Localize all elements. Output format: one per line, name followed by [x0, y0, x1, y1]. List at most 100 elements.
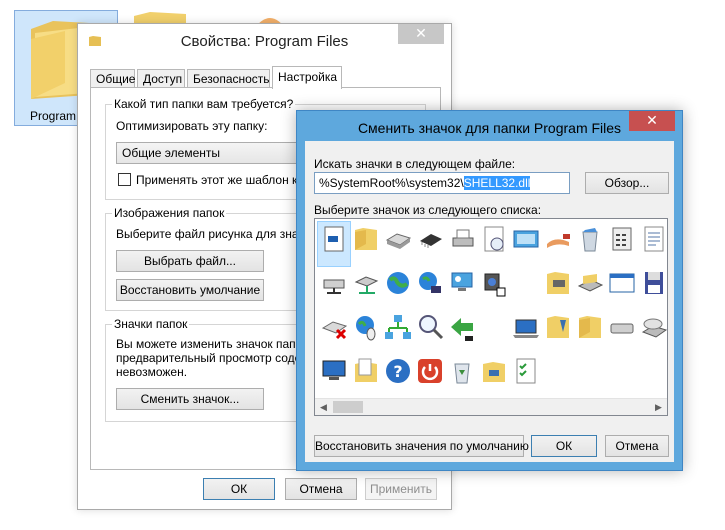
- icon-list-item[interactable]: [317, 221, 351, 267]
- scroll-right-icon[interactable]: ▶: [650, 399, 667, 415]
- desktop-folder-label: Program: [30, 109, 77, 123]
- icon-list-item[interactable]: [606, 266, 638, 310]
- path-selected-text: SHELL32.dll: [463, 176, 531, 190]
- folder-network-icon: [483, 362, 505, 382]
- icon-list-item[interactable]: [414, 222, 446, 266]
- blank-icon: [511, 268, 541, 298]
- icon-list-item[interactable]: [478, 354, 510, 398]
- apply-button[interactable]: Применить: [365, 478, 437, 500]
- icon-list-item[interactable]: [542, 222, 574, 266]
- printer-icon: [452, 229, 474, 247]
- close-button[interactable]: ✕: [398, 24, 444, 44]
- icon-list-item[interactable]: [350, 266, 382, 310]
- icon-list-item[interactable]: [382, 222, 414, 266]
- icon-list-item[interactable]: [414, 310, 446, 354]
- icon-list-item[interactable]: [318, 354, 350, 398]
- window-icon: [513, 230, 539, 248]
- icon-list-item[interactable]: [350, 310, 382, 354]
- cd-drive-icon: [641, 318, 667, 338]
- icon-list-item[interactable]: [510, 354, 542, 398]
- recycle-bin-full-icon: [582, 228, 598, 252]
- chip-icon: [420, 234, 442, 248]
- folder-icon-description-line2: предварительный просмотр содерж: [116, 351, 316, 365]
- group-legend: Значки папок: [112, 317, 190, 331]
- icon-list-item[interactable]: [478, 266, 510, 310]
- icon-list-item[interactable]: [638, 310, 667, 354]
- icon-list-item[interactable]: [446, 266, 478, 310]
- icon-list-item[interactable]: [542, 266, 574, 310]
- icon-list-item[interactable]: [574, 266, 606, 310]
- apply-template-checkbox[interactable]: [118, 173, 131, 186]
- icon-list-item[interactable]: ?: [382, 354, 414, 398]
- network-server-icon: [354, 276, 379, 294]
- ok-button[interactable]: ОК: [203, 478, 275, 500]
- network-drive-icon: [323, 279, 345, 294]
- window-app-icon: [609, 273, 635, 293]
- path-prefix: %SystemRoot%\system32\: [319, 176, 464, 190]
- ok-button[interactable]: ОК: [531, 435, 597, 457]
- folder-apps-icon: [547, 316, 569, 338]
- icon-list-item[interactable]: [414, 354, 446, 398]
- apply-template-label: Применять этот же шаблон ко вс: [136, 173, 320, 187]
- checklist-icon: [516, 358, 536, 384]
- change-icon-dialog: Сменить значок для папки Program Files ✕…: [296, 110, 683, 471]
- choose-file-button[interactable]: Выбрать файл...: [116, 250, 264, 272]
- folder-picture-description: Выберите файл рисунка для значка: [116, 227, 317, 241]
- properties-titlebar[interactable]: Свойства: Program Files ✕: [78, 24, 451, 60]
- icon-file-path-input[interactable]: %SystemRoot%\system32\SHELL32.dll: [314, 172, 570, 194]
- blank-icon: [479, 312, 509, 342]
- scroll-left-icon[interactable]: ◀: [315, 399, 332, 415]
- icon-list-item[interactable]: [638, 266, 667, 310]
- cancel-button[interactable]: Отмена: [285, 478, 357, 500]
- computer-icon: [322, 360, 346, 380]
- laptop-icon: [513, 319, 539, 338]
- icon-list-item[interactable]: [350, 354, 382, 398]
- close-icon: ✕: [646, 112, 658, 128]
- icon-list-item[interactable]: [510, 266, 542, 310]
- icon-list-item[interactable]: [478, 310, 510, 354]
- restore-defaults-button[interactable]: Восстановить значения по умолчанию: [314, 435, 529, 457]
- icon-list[interactable]: ? ◀ ▶: [314, 218, 668, 416]
- change-icon-button[interactable]: Сменить значок...: [116, 388, 264, 410]
- cancel-button[interactable]: Отмена: [605, 435, 669, 457]
- help-icon: ?: [386, 359, 410, 383]
- folder-document-icon: [355, 358, 377, 382]
- tab-security[interactable]: Безопасность: [187, 69, 270, 88]
- hand-share-icon: [547, 234, 570, 248]
- icon-list-item[interactable]: [446, 222, 478, 266]
- scroll-thumb[interactable]: [333, 401, 363, 413]
- drive-error-icon: [321, 321, 348, 340]
- drive-icon: [385, 233, 412, 249]
- icon-list-item[interactable]: [350, 222, 382, 266]
- icon-list-item[interactable]: [446, 310, 478, 354]
- icon-list-item[interactable]: [606, 222, 638, 266]
- icon-list-item[interactable]: [446, 354, 478, 398]
- restore-default-button[interactable]: Восстановить умолчание: [116, 279, 264, 301]
- horizontal-scrollbar[interactable]: ◀ ▶: [315, 398, 667, 415]
- icon-list-label: Выберите значок из следующего списка:: [314, 203, 542, 217]
- icon-list-item[interactable]: [382, 310, 414, 354]
- icon-list-item[interactable]: [510, 222, 542, 266]
- icon-list-item[interactable]: [638, 222, 667, 266]
- folder-icon: [355, 228, 377, 250]
- icon-list-item[interactable]: [542, 310, 574, 354]
- tab-general[interactable]: Общие: [90, 69, 135, 88]
- icon-list-item[interactable]: [318, 266, 350, 310]
- group-legend: Изображения папок: [112, 206, 227, 220]
- icon-list-item[interactable]: [574, 310, 606, 354]
- icon-list-item[interactable]: [574, 222, 606, 266]
- browse-button[interactable]: Обзор...: [585, 172, 669, 194]
- icon-list-item[interactable]: [382, 266, 414, 310]
- tab-sharing[interactable]: Доступ: [137, 69, 185, 88]
- icon-list-item[interactable]: [318, 310, 350, 354]
- icon-list-item[interactable]: [478, 222, 510, 266]
- document-list-icon: [644, 226, 664, 252]
- close-button[interactable]: ✕: [629, 111, 675, 131]
- network-icon: [385, 315, 411, 339]
- icon-list-item[interactable]: [606, 310, 638, 354]
- tab-customize[interactable]: Настройка: [272, 66, 342, 89]
- icon-list-item[interactable]: [510, 310, 542, 354]
- icon-list-item[interactable]: [414, 266, 446, 310]
- document-icon: [324, 226, 344, 252]
- folder-icon: [579, 316, 601, 338]
